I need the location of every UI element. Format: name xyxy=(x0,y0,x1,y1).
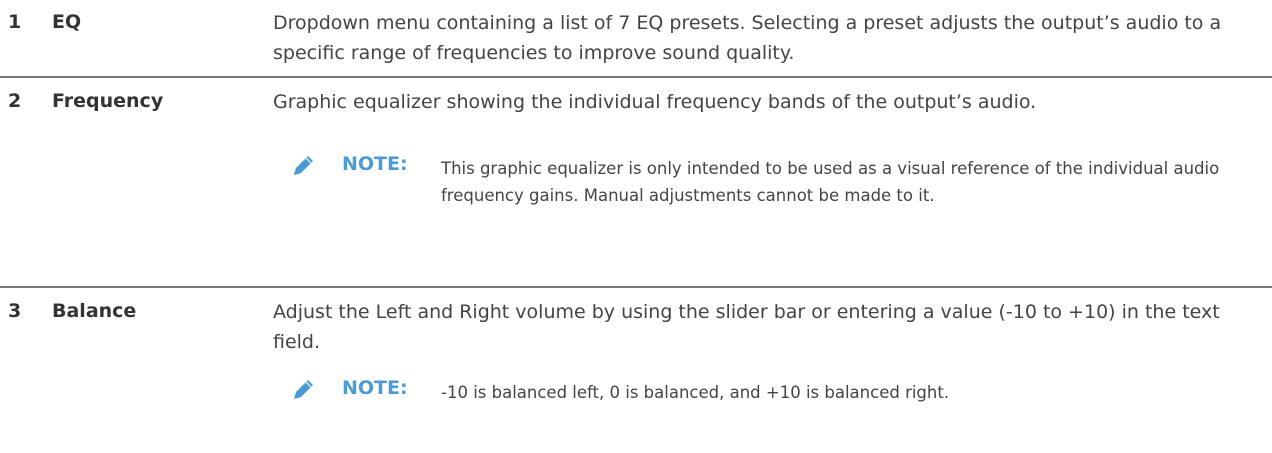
pencil-icon xyxy=(294,156,313,175)
row-description: Graphic equalizer showing the individual… xyxy=(273,91,1037,113)
note-label: NOTE: xyxy=(342,377,408,399)
feature-description-table: 1 EQ Dropdown menu containing a list of … xyxy=(0,0,1272,453)
row-number: 1 xyxy=(8,11,22,33)
row-description: Dropdown menu containing a list of 7 EQ … xyxy=(273,12,1222,64)
table-row-balance: 3 Balance Adjust the Left and Right volu… xyxy=(0,288,1272,453)
row-name: Frequency xyxy=(52,90,164,112)
note-text: This graphic equalizer is only intended … xyxy=(441,159,1220,205)
note-text: -10 is balanced left, 0 is balanced, and… xyxy=(441,383,950,402)
pencil-icon xyxy=(294,380,313,399)
row-number: 3 xyxy=(8,300,22,322)
row-description: Adjust the Left and Right volume by usin… xyxy=(273,301,1220,353)
table-row-frequency: 2 Frequency Graphic equalizer showing th… xyxy=(0,78,1272,288)
row-name: Balance xyxy=(52,300,137,322)
row-name: EQ xyxy=(52,11,82,33)
table-row-eq: 1 EQ Dropdown menu containing a list of … xyxy=(0,0,1272,78)
row-number: 2 xyxy=(8,90,22,112)
note-label: NOTE: xyxy=(342,153,408,175)
